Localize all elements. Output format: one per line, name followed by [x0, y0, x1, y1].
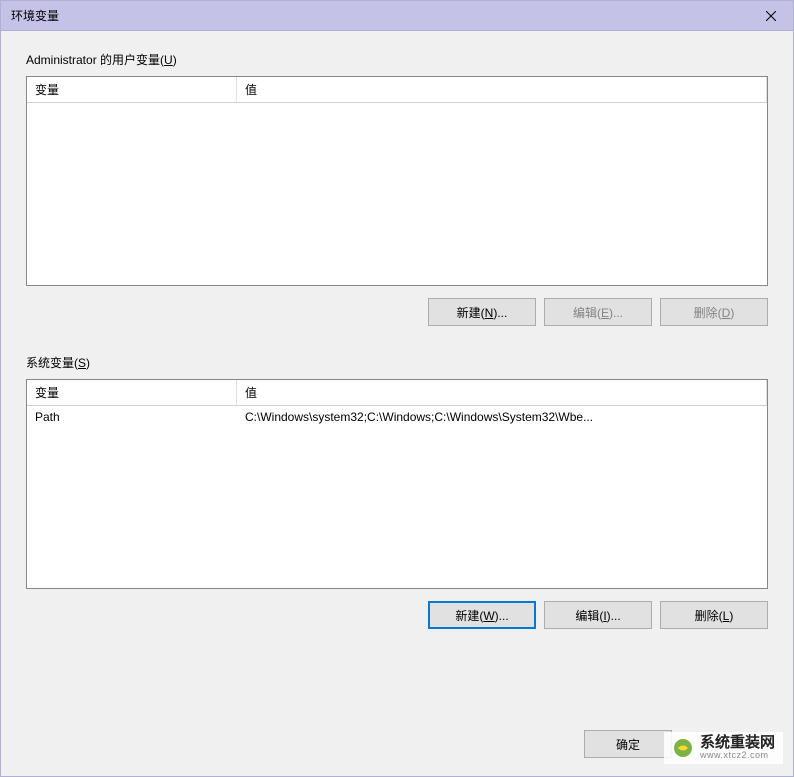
system-vars-list[interactable]: 变量 值 Path C:\Windows\system32;C:\Windows…: [26, 379, 768, 589]
user-header-value[interactable]: 值: [237, 77, 767, 102]
user-header-variable[interactable]: 变量: [27, 77, 237, 102]
system-vars-header: 变量 值: [27, 380, 767, 406]
system-header-value[interactable]: 值: [237, 380, 767, 405]
system-edit-button[interactable]: 编辑(I)...: [544, 601, 652, 629]
user-delete-button: 删除(D): [660, 298, 768, 326]
system-new-button[interactable]: 新建(W)...: [428, 601, 536, 629]
ok-button[interactable]: 确定: [584, 730, 672, 758]
titlebar: 环境变量: [1, 1, 793, 31]
env-vars-dialog: 环境变量 Administrator 的用户变量(U) 变量 值 新建(N)..…: [0, 0, 794, 777]
window-title: 环境变量: [11, 7, 59, 24]
table-row[interactable]: Path C:\Windows\system32;C:\Windows;C:\W…: [27, 406, 767, 428]
row-value: C:\Windows\system32;C:\Windows;C:\Window…: [237, 408, 767, 426]
user-vars-buttons: 新建(N)... 编辑(E)... 删除(D): [26, 298, 768, 326]
system-vars-label: 系统变量(S): [26, 354, 768, 371]
watermark-url: www.xtcz2.com: [700, 751, 775, 761]
close-icon: [766, 11, 776, 21]
user-vars-header: 变量 值: [27, 77, 767, 103]
watermark-text: 系统重装网: [700, 735, 775, 752]
watermark: 系统重装网 www.xtcz2.com: [664, 732, 783, 764]
system-header-variable[interactable]: 变量: [27, 380, 237, 405]
system-delete-button[interactable]: 删除(L): [660, 601, 768, 629]
watermark-icon: [672, 737, 694, 759]
user-edit-button: 编辑(E)...: [544, 298, 652, 326]
user-new-button[interactable]: 新建(N)...: [428, 298, 536, 326]
user-vars-list[interactable]: 变量 值: [26, 76, 768, 286]
row-variable: Path: [27, 408, 237, 426]
system-vars-buttons: 新建(W)... 编辑(I)... 删除(L): [26, 601, 768, 629]
close-button[interactable]: [748, 1, 793, 31]
user-vars-label: Administrator 的用户变量(U): [26, 51, 768, 68]
dialog-content: Administrator 的用户变量(U) 变量 值 新建(N)... 编辑(…: [1, 31, 793, 649]
system-vars-body: Path C:\Windows\system32;C:\Windows;C:\W…: [27, 406, 767, 428]
